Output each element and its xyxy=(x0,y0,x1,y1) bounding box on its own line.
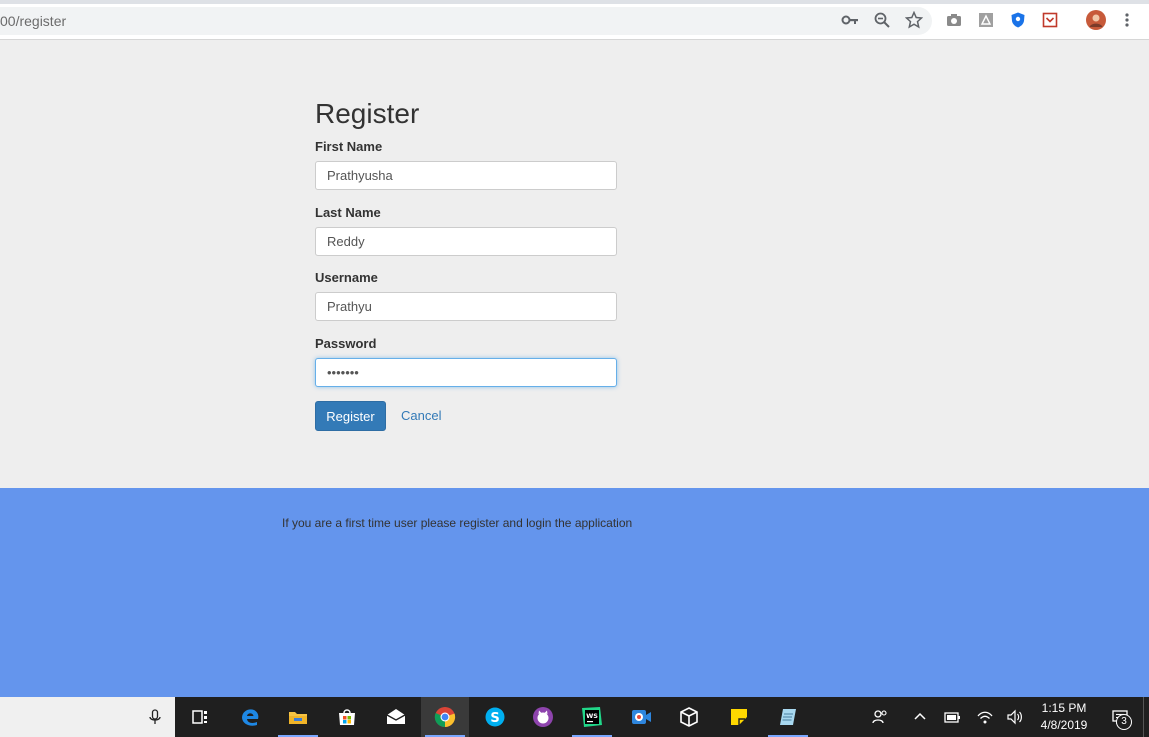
wifi-icon[interactable] xyxy=(970,697,1000,737)
url-text[interactable]: 00/register xyxy=(0,13,66,29)
pocket-extension-icon[interactable] xyxy=(1041,11,1059,29)
footer-message: If you are a first time user please regi… xyxy=(282,516,633,530)
more-menu-icon[interactable] xyxy=(1118,11,1136,29)
first-name-label: First Name xyxy=(315,139,383,154)
address-bar[interactable]: 00/register xyxy=(0,7,932,35)
shield-extension-icon[interactable] xyxy=(1009,11,1027,29)
notification-count-badge: 3 xyxy=(1116,714,1132,730)
page-title: Register xyxy=(315,98,420,129)
camera-icon[interactable] xyxy=(945,11,963,29)
last-name-label: Last Name xyxy=(315,205,381,220)
chrome-icon[interactable] xyxy=(421,697,469,737)
file-explorer-icon[interactable] xyxy=(274,697,322,737)
microphone-icon[interactable] xyxy=(146,708,164,731)
svg-text:WS: WS xyxy=(586,712,598,720)
clock-time: 1:15 PM xyxy=(1041,701,1087,715)
webstorm-icon[interactable]: WS xyxy=(568,697,616,737)
zoom-out-icon[interactable] xyxy=(873,11,891,29)
windows-taskbar: S WS 1:15 PM 4/8/2019 3 xyxy=(0,697,1149,737)
browser-toolbar: 00/register xyxy=(0,0,1149,40)
notepad-icon[interactable] xyxy=(764,697,812,737)
chevron-up-icon[interactable] xyxy=(905,697,935,737)
profile-avatar[interactable] xyxy=(1086,10,1106,30)
key-icon[interactable] xyxy=(841,11,859,29)
first-name-input[interactable] xyxy=(315,161,617,190)
cancel-link[interactable]: Cancel xyxy=(401,408,441,423)
edge-icon[interactable] xyxy=(226,697,274,737)
password-input[interactable] xyxy=(315,358,617,387)
people-icon[interactable] xyxy=(865,697,895,737)
show-desktop-button[interactable] xyxy=(1143,697,1149,737)
register-button[interactable]: Register xyxy=(315,401,386,431)
username-input[interactable] xyxy=(315,292,617,321)
taskbar-clock[interactable]: 1:15 PM 4/8/2019 xyxy=(1034,700,1094,734)
clock-date: 4/8/2019 xyxy=(1040,718,1088,732)
tab-strip-edge xyxy=(0,0,1149,4)
pdf-icon[interactable] xyxy=(977,11,995,29)
virtualbox-icon[interactable] xyxy=(665,697,713,737)
star-icon[interactable] xyxy=(905,11,923,29)
taskbar-search-box[interactable] xyxy=(0,697,175,737)
username-label: Username xyxy=(315,270,378,285)
sticky-notes-icon[interactable] xyxy=(715,697,763,737)
password-label: Password xyxy=(315,336,377,351)
screen-recorder-icon[interactable] xyxy=(617,697,665,737)
volume-icon[interactable] xyxy=(1000,697,1030,737)
store-icon[interactable] xyxy=(323,697,371,737)
app-cat-icon[interactable] xyxy=(519,697,567,737)
last-name-input[interactable] xyxy=(315,227,617,256)
page-footer: If you are a first time user please regi… xyxy=(0,488,1149,697)
task-view-icon[interactable] xyxy=(176,697,224,737)
svg-text:S: S xyxy=(490,711,499,726)
battery-icon[interactable] xyxy=(937,697,967,737)
skype-icon[interactable]: S xyxy=(471,697,519,737)
mail-icon[interactable] xyxy=(372,697,420,737)
